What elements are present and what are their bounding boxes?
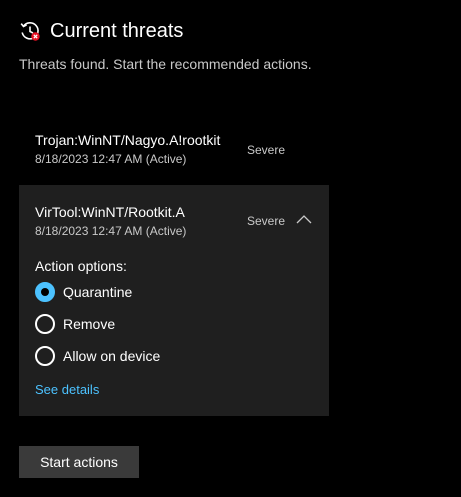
threat-item[interactable]: Trojan:WinNT/Nagyo.A!rootkit 8/18/2023 1…	[19, 124, 329, 180]
threat-name: VirTool:WinNT/Rootkit.A	[35, 204, 185, 220]
page-subtitle: Threats found. Start the recommended act…	[19, 56, 312, 72]
radio-label: Allow on device	[63, 348, 161, 364]
start-actions-button[interactable]: Start actions	[19, 446, 139, 478]
threat-name: Trojan:WinNT/Nagyo.A!rootkit	[35, 132, 221, 148]
action-options-label: Action options:	[35, 258, 127, 274]
severity-label: Severe	[247, 143, 286, 157]
radio-button[interactable]	[35, 314, 55, 334]
history-warning-icon	[20, 22, 40, 41]
radio-quarantine[interactable]: Quarantine	[35, 282, 132, 302]
threat-date: 8/18/2023 12:47 AM (Active)	[35, 152, 187, 166]
chevron-up-icon[interactable]	[296, 213, 312, 225]
severity-label: Severe	[247, 214, 286, 228]
header: Current threats	[19, 19, 183, 43]
radio-button[interactable]	[35, 346, 55, 366]
radio-remove[interactable]: Remove	[35, 314, 115, 334]
see-details-link[interactable]: See details	[35, 382, 99, 398]
radio-allow-on-device[interactable]: Allow on device	[35, 346, 160, 366]
radio-label: Remove	[63, 316, 116, 332]
page-title: Current threats	[50, 20, 184, 42]
current-threats-page: Current threats Threats found. Start the…	[0, 0, 461, 497]
radio-label: Quarantine	[63, 284, 133, 300]
radio-button-selected[interactable]	[35, 282, 55, 302]
threat-date: 8/18/2023 12:47 AM (Active)	[35, 224, 187, 238]
threat-item-expanded: VirTool:WinNT/Rootkit.A 8/18/2023 12:47 …	[19, 185, 329, 416]
